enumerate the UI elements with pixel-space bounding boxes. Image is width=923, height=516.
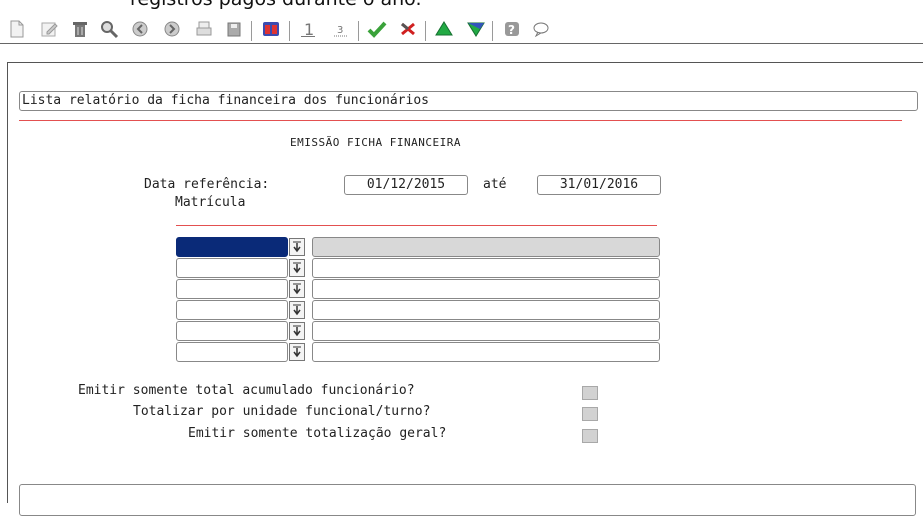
matricula-code-input[interactable] [176, 237, 288, 257]
toolbar-separator [289, 21, 290, 41]
matricula-name-field [312, 279, 660, 299]
question-totalizacao-geral: Emitir somente totalização geral? [188, 426, 447, 441]
matricula-name-field [312, 342, 660, 362]
matricula-label: Matrícula [175, 195, 246, 210]
lookup-arrow-icon[interactable] [289, 322, 305, 340]
divider-line [19, 120, 902, 121]
unidade-funcional-checkbox[interactable] [582, 407, 598, 421]
toolbar-separator [358, 21, 359, 41]
edit-icon[interactable] [38, 18, 60, 40]
svg-text:?: ? [508, 23, 515, 37]
matricula-divider [176, 225, 657, 226]
matricula-code-input[interactable] [176, 300, 288, 320]
lookup-arrow-icon[interactable] [289, 280, 305, 298]
lookup-arrow-icon[interactable] [289, 301, 305, 319]
date-from-input[interactable]: 01/12/2015 [344, 175, 468, 195]
binoculars-icon[interactable] [260, 18, 282, 40]
matricula-name-field [312, 321, 660, 341]
search-icon[interactable] [98, 18, 120, 40]
document-text-fragment: registros pagos durante o ano. [130, 0, 422, 10]
delete-trash-icon[interactable] [69, 18, 91, 40]
matricula-name-field [312, 258, 660, 278]
form-title: EMISSÃO FICHA FINANCEIRA [290, 136, 461, 149]
list-icon[interactable]: 3 [330, 18, 352, 40]
matricula-code-input[interactable] [176, 342, 288, 362]
cancel-x-icon[interactable] [397, 18, 419, 40]
svg-text:3: 3 [337, 25, 343, 36]
forward-icon[interactable] [161, 18, 183, 40]
matricula-code-input[interactable] [176, 258, 288, 278]
print-icon[interactable] [193, 18, 215, 40]
data-referencia-label: Data referência: [144, 177, 270, 192]
question-unidade-funcional: Totalizar por unidade funcional/turno? [133, 404, 431, 419]
report-description-field[interactable]: Lista relatório da ficha financeira dos … [19, 91, 918, 111]
down-arrow-icon[interactable] [465, 18, 487, 40]
question-total-acumulado: Emitir somente total acumulado funcionár… [78, 383, 415, 398]
toolbar-separator [425, 21, 426, 41]
toolbar-separator [492, 21, 493, 41]
toolbar-separator [251, 21, 252, 41]
date-to-input[interactable]: 31/01/2016 [537, 175, 661, 195]
first-page-icon[interactable]: 1 [297, 18, 319, 40]
up-arrow-icon[interactable] [433, 18, 455, 40]
total-acumulado-checkbox[interactable] [582, 386, 598, 400]
toolbar-bottom-line [0, 43, 923, 44]
message-field[interactable] [19, 484, 916, 516]
lookup-arrow-icon[interactable] [289, 238, 305, 256]
matricula-name-field [312, 237, 660, 257]
totalizacao-geral-checkbox[interactable] [582, 429, 598, 443]
matricula-code-input[interactable] [176, 279, 288, 299]
comment-icon[interactable] [530, 18, 552, 40]
lookup-arrow-icon[interactable] [289, 343, 305, 361]
ate-label: até [483, 177, 507, 192]
back-icon[interactable] [129, 18, 151, 40]
new-document-icon[interactable] [6, 18, 28, 40]
lookup-arrow-icon[interactable] [289, 259, 305, 277]
matricula-code-input[interactable] [176, 321, 288, 341]
toolbar: 1 3 ? [0, 18, 923, 41]
help-icon[interactable]: ? [501, 18, 523, 40]
confirm-check-icon[interactable] [366, 18, 388, 40]
save-icon[interactable] [223, 18, 245, 40]
matricula-name-field [312, 300, 660, 320]
